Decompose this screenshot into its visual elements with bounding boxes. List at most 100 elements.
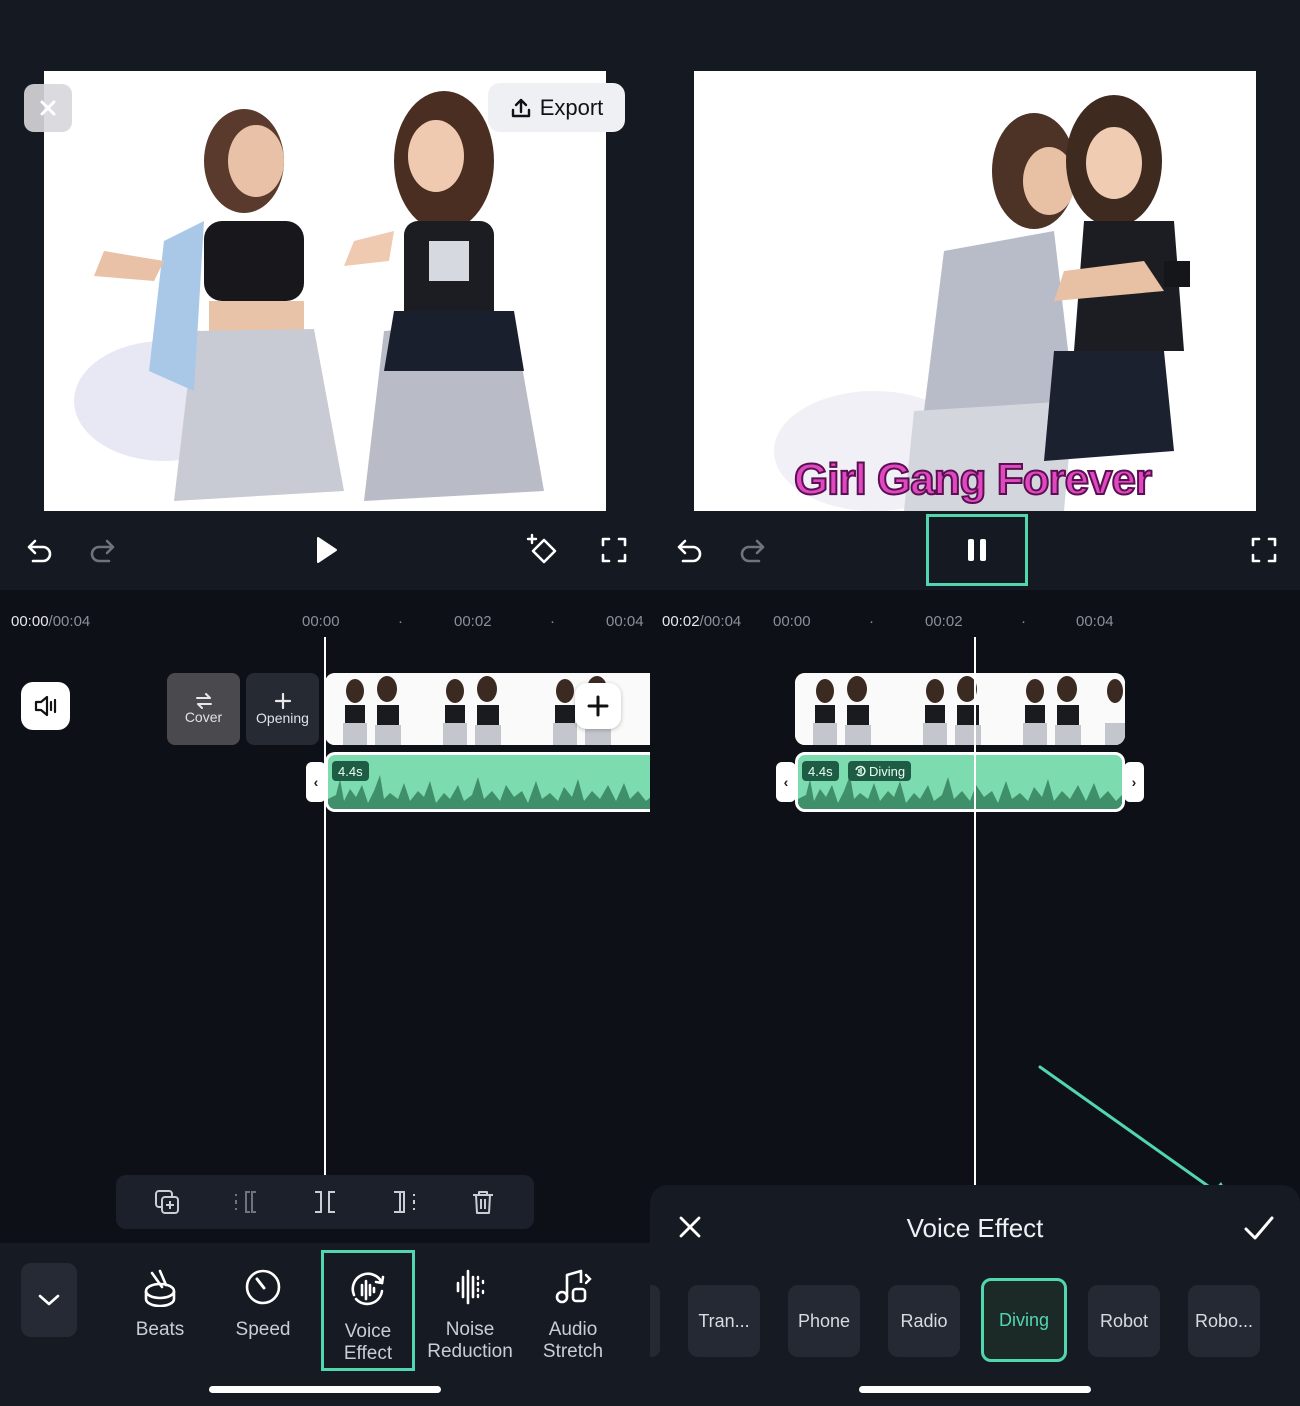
voice-option-robot[interactable]: Robot bbox=[1088, 1285, 1160, 1357]
plus-icon bbox=[274, 692, 291, 710]
close-icon bbox=[40, 100, 56, 116]
audio-trim-handle-left[interactable]: ‹ bbox=[306, 762, 326, 802]
cover-button[interactable]: Cover bbox=[167, 673, 240, 745]
audio-track[interactable]: 4.4s bbox=[325, 752, 650, 812]
right-screen: Girl Gang Forever 00:02/00:04 00:00 · 00… bbox=[650, 0, 1300, 1406]
confirm-button[interactable] bbox=[1242, 1213, 1276, 1243]
upload-icon bbox=[511, 98, 530, 117]
add-keyframe-button[interactable] bbox=[522, 530, 562, 570]
fullscreen-button[interactable] bbox=[594, 530, 634, 570]
audio-trim-handle-right[interactable]: › bbox=[1124, 762, 1144, 802]
playhead[interactable] bbox=[324, 637, 326, 1175]
delete-icon[interactable] bbox=[469, 1188, 497, 1216]
redo-button[interactable] bbox=[82, 530, 122, 570]
voice-effect-icon bbox=[351, 1272, 385, 1306]
redo-icon bbox=[90, 539, 115, 563]
tool-beats[interactable]: Beats bbox=[113, 1251, 207, 1371]
add-clip-button[interactable] bbox=[575, 683, 621, 729]
voice-effect-title: Voice Effect bbox=[906, 1213, 1044, 1243]
undo-icon bbox=[27, 539, 52, 563]
export-button[interactable]: Export bbox=[488, 83, 625, 132]
voice-option-diving[interactable]: Diving bbox=[981, 1278, 1067, 1362]
pause-icon bbox=[968, 539, 986, 561]
cover-label: Cover bbox=[184, 709, 223, 725]
left-screen: Export 00:00/00:04 00:00 · 00:02 · 00:04… bbox=[0, 0, 650, 1406]
export-label: Export bbox=[539, 94, 604, 120]
voice-option-robo[interactable]: Robo... bbox=[1188, 1285, 1260, 1357]
voice-option-tran[interactable]: Tran... bbox=[688, 1285, 760, 1357]
keyframe-icon bbox=[526, 533, 557, 564]
voice-option-radio[interactable]: Radio bbox=[888, 1285, 960, 1357]
redo-button[interactable] bbox=[732, 530, 772, 570]
tick-label: 00:04 bbox=[606, 613, 644, 630]
tool-label: Reduction bbox=[427, 1341, 513, 1362]
timeline-ruler[interactable]: 00:00/00:04 00:00 · 00:02 · 00:04 bbox=[0, 590, 650, 640]
tick-label: 00:00 bbox=[302, 613, 340, 630]
trim-end-icon[interactable] bbox=[390, 1188, 418, 1216]
home-indicator[interactable] bbox=[859, 1386, 1091, 1393]
audio-tools-toolbar: Beats Speed Voice Effect Noise Reduction… bbox=[0, 1243, 650, 1406]
tool-label: Noise bbox=[445, 1319, 495, 1340]
tick-dot: · bbox=[398, 613, 403, 630]
pause-button[interactable] bbox=[926, 514, 1028, 586]
video-preview[interactable]: Girl Gang Forever bbox=[694, 71, 1256, 511]
chevron-down-icon bbox=[38, 1294, 60, 1306]
play-button[interactable] bbox=[306, 530, 346, 570]
video-thumbnails bbox=[795, 673, 1125, 745]
tool-noise-reduction[interactable]: Noise Reduction bbox=[423, 1251, 517, 1371]
speaker-icon bbox=[34, 695, 56, 717]
collapse-toolbar-button[interactable] bbox=[21, 1263, 77, 1337]
mute-original-audio-button[interactable] bbox=[21, 682, 70, 730]
redo-icon bbox=[740, 539, 765, 563]
home-indicator[interactable] bbox=[209, 1386, 441, 1393]
checkmark-icon bbox=[1244, 1216, 1274, 1240]
tick-label: 00:02 bbox=[454, 613, 492, 630]
audio-waveform bbox=[798, 775, 1122, 809]
video-clip-track[interactable] bbox=[795, 673, 1125, 745]
voice-effect-tag: Diving bbox=[848, 761, 912, 781]
preview-image-two-girls-hugging bbox=[694, 71, 1256, 511]
audio-waveform bbox=[328, 775, 650, 809]
scroll-edge bbox=[650, 1285, 660, 1357]
plus-icon bbox=[587, 695, 609, 717]
voice-effect-small-icon bbox=[855, 765, 866, 777]
tick-label: 00:02 bbox=[925, 613, 963, 630]
audio-trim-handle-left[interactable]: ‹ bbox=[776, 762, 796, 802]
tool-voice-effect[interactable]: Voice Effect bbox=[321, 1250, 415, 1371]
time-readout: 00:02/00:04 bbox=[662, 613, 742, 630]
tool-audio-stretch[interactable]: Audio Stretch bbox=[526, 1251, 620, 1371]
duration-tag: 4.4s bbox=[332, 761, 369, 781]
duration-tag: 4.4s bbox=[802, 761, 839, 781]
noise-reduction-icon bbox=[456, 1269, 485, 1305]
fullscreen-button[interactable] bbox=[1244, 530, 1284, 570]
undo-button[interactable] bbox=[20, 530, 60, 570]
audio-track[interactable]: 4.4s Diving bbox=[795, 752, 1125, 812]
fullscreen-icon bbox=[1251, 537, 1277, 563]
tick-label: 00:00 bbox=[773, 613, 811, 630]
audio-stretch-icon bbox=[555, 1269, 592, 1304]
tool-label: Stretch bbox=[542, 1341, 604, 1362]
undo-button[interactable] bbox=[670, 530, 710, 570]
tick-label: 00:04 bbox=[1076, 613, 1114, 630]
add-opening-button[interactable]: Opening bbox=[246, 673, 319, 745]
duplicate-icon[interactable] bbox=[153, 1188, 181, 1216]
tool-label: Beats bbox=[135, 1319, 185, 1340]
subtitle-text[interactable]: Girl Gang Forever bbox=[793, 454, 1153, 505]
beats-icon bbox=[144, 1269, 176, 1307]
tool-label: Audio bbox=[548, 1319, 598, 1340]
tool-label: Effect bbox=[343, 1343, 393, 1364]
tool-speed[interactable]: Speed bbox=[216, 1251, 310, 1371]
swap-icon bbox=[195, 693, 212, 709]
fullscreen-icon bbox=[601, 537, 627, 563]
tool-label: Voice bbox=[344, 1321, 392, 1342]
voice-option-phone[interactable]: Phone bbox=[788, 1285, 860, 1357]
undo-icon bbox=[677, 539, 702, 563]
video-preview[interactable] bbox=[44, 71, 606, 511]
timeline-ruler[interactable]: 00:02/00:04 00:00 · 00:02 · 00:04 bbox=[650, 590, 1300, 640]
playhead[interactable] bbox=[974, 637, 976, 1185]
voice-effect-panel: Voice Effect Tran... Phone Radio Diving … bbox=[650, 1185, 1300, 1406]
trim-start-icon[interactable] bbox=[232, 1188, 260, 1216]
time-readout: 00:00/00:04 bbox=[11, 613, 91, 630]
split-icon[interactable] bbox=[311, 1188, 339, 1216]
close-button[interactable] bbox=[24, 84, 72, 132]
